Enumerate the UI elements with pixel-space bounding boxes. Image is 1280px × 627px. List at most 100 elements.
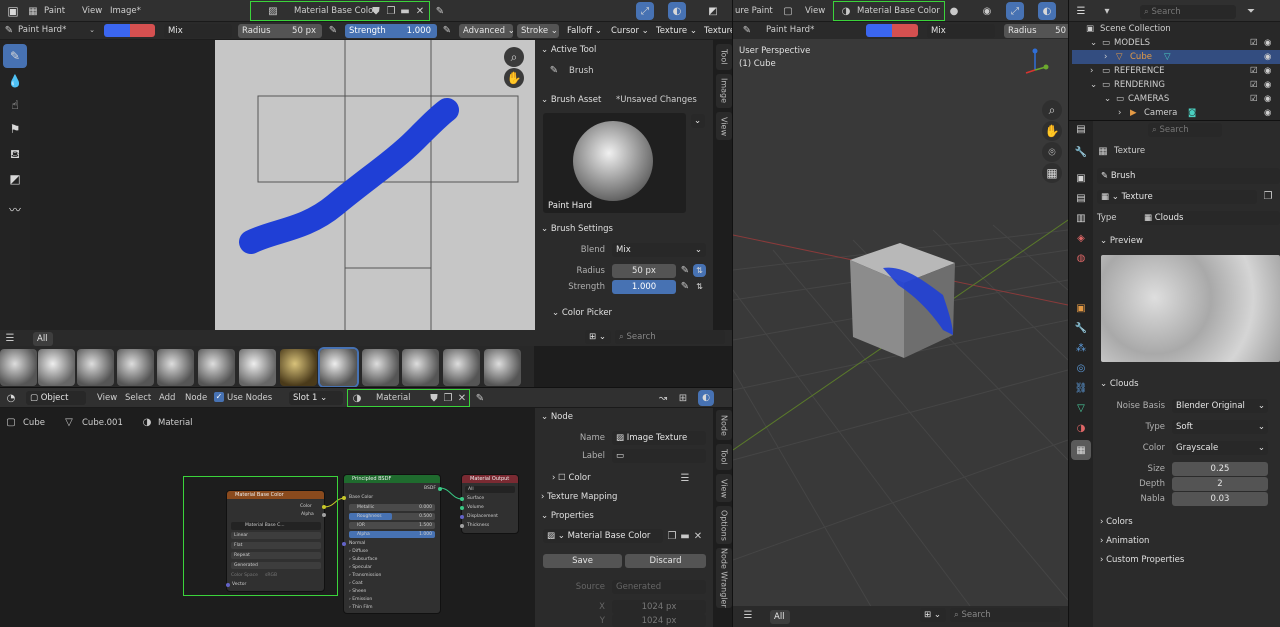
outliner-funnel-icon[interactable]: ⏷ <box>1244 5 1258 17</box>
outliner-row-reference[interactable]: › ▭ REFERENCE ☑ ◉ <box>1072 64 1280 78</box>
folder-icon[interactable]: ▬ <box>399 5 411 17</box>
cube-eye-icon[interactable]: ◉ <box>1264 50 1271 64</box>
subpanel-thin-film[interactable]: › Thin Film <box>349 605 373 610</box>
blend-select[interactable]: Mix ⌄ <box>612 243 706 257</box>
viewport-shelf-menu-icon[interactable]: ☰ <box>742 609 754 621</box>
noise-type-select[interactable]: Soft ⌄ <box>1172 420 1268 434</box>
type-select[interactable]: ▦ Clouds <box>1140 211 1280 225</box>
animation-panel[interactable]: › Animation <box>1100 536 1149 546</box>
material-pin-icon[interactable]: ✎ <box>474 392 486 404</box>
physics-properties-icon[interactable]: ◎ <box>1071 358 1091 378</box>
radius-field[interactable]: Radius 50 px <box>238 24 322 38</box>
pressure-strength-icon[interactable]: ✎ <box>440 24 454 37</box>
socket-volume[interactable] <box>460 506 464 510</box>
node-menu-view[interactable]: View <box>97 393 117 403</box>
annotate-tool-icon[interactable]: 〰 <box>3 198 27 220</box>
color-mode-select[interactable]: Grayscale ⌄ <box>1172 441 1268 455</box>
viewport-brush-name[interactable]: Paint Hard* <box>766 25 814 35</box>
node-header[interactable]: ⌄ Node <box>541 412 573 422</box>
viewport-shelf-display-icon[interactable]: ⊞ ⌄ <box>920 608 946 622</box>
texture-properties-icon[interactable]: ▦ <box>1071 440 1091 460</box>
output-properties-icon[interactable]: ▤ <box>1071 188 1091 208</box>
menu-paint[interactable]: Paint <box>44 6 65 16</box>
brush-thumb-6[interactable] <box>198 349 235 386</box>
shelf-tab-all[interactable]: All <box>33 332 53 346</box>
subpanel-transmission[interactable]: › Transmission <box>349 573 381 578</box>
brush-thumb-5[interactable] <box>157 349 194 386</box>
node-overlay-toggle-icon[interactable]: ◐ <box>698 390 714 406</box>
menu-view[interactable]: View <box>82 6 102 16</box>
properties-header[interactable]: ⌄ Properties <box>541 511 594 521</box>
socket-normal[interactable] <box>342 542 346 546</box>
socket-vector[interactable] <box>226 583 230 587</box>
clone-tool-icon[interactable]: ⚑ <box>3 118 27 140</box>
custom-properties-panel[interactable]: › Custom Properties <box>1100 555 1184 565</box>
node-tab-node-wrangler[interactable]: Node Wrangler <box>716 548 732 608</box>
brush-thumb-3[interactable] <box>77 349 114 386</box>
zoom-icon[interactable]: ⌕ <box>504 47 524 67</box>
brush-settings-header[interactable]: ⌄ Brush Settings <box>541 224 613 234</box>
texture-duplicate-icon[interactable]: ❐ <box>1262 190 1274 203</box>
brush-thumb-2[interactable] <box>38 349 75 386</box>
node-color-header[interactable]: › ☐ Color <box>552 473 591 483</box>
particles-properties-icon[interactable]: ⁂ <box>1071 338 1091 358</box>
size-field[interactable]: 0.25 <box>1172 462 1268 476</box>
material-fake-user-icon[interactable]: ⛊ <box>428 392 440 404</box>
world-properties-icon[interactable]: ◍ <box>1071 248 1091 268</box>
node-image-selector[interactable]: ▨ ⌄ Material Base Color <box>543 529 663 543</box>
socket-base-color[interactable] <box>342 496 346 500</box>
viewport-visibility-icon[interactable]: ◉ <box>980 5 994 17</box>
outliner-row-cube[interactable]: › ▽ Cube ▽ ◉ <box>1072 50 1280 64</box>
node-editor-type-icon[interactable]: ◔ <box>1 388 21 408</box>
roughness-field[interactable]: Roughness 0.500 <box>349 513 435 520</box>
slot-dropdown[interactable]: Slot 1 ⌄ <box>289 391 343 405</box>
brush-thumb-paint-hard[interactable] <box>320 349 357 386</box>
viewport-camera-icon[interactable]: ⌾ <box>1042 142 1062 162</box>
menu-advanced[interactable]: Advanced ⌄ <box>459 24 513 38</box>
brush-thumb-13[interactable] <box>484 349 521 386</box>
node-tab-view[interactable]: View <box>716 474 732 502</box>
node-menu-select[interactable]: Select <box>125 393 151 403</box>
viewport-gizmo-icon[interactable]: ⤢ <box>1006 2 1024 20</box>
soften-tool-icon[interactable]: 💧 <box>3 70 27 92</box>
modifier-properties-icon[interactable]: 🔧 <box>1071 318 1091 338</box>
metallic-field[interactable]: Metallic 0.000 <box>349 504 435 511</box>
image-tool-icon[interactable]: ◩ <box>704 2 722 20</box>
outliner-row-models[interactable]: ⌄ ▭ MODELS ☑ ◉ <box>1072 36 1280 50</box>
menu-texture-mask[interactable]: Texture <box>700 24 732 38</box>
active-tool-header[interactable]: ⌄ Active Tool <box>541 45 596 55</box>
nabla-field[interactable]: 0.03 <box>1172 492 1268 506</box>
strength-pressure-icon[interactable]: ✎ <box>679 280 691 293</box>
models-eye-icon[interactable]: ◉ <box>1264 36 1271 50</box>
draw-tool-icon[interactable]: ✎ <box>3 44 27 68</box>
data-properties-icon[interactable]: ▽ <box>1071 398 1091 418</box>
shelf-menu-icon[interactable]: ☰ <box>4 332 16 344</box>
subpanel-sheen[interactable]: › Sheen <box>349 589 366 594</box>
extension-select[interactable]: Repeat <box>231 552 321 559</box>
material-browse-icon[interactable]: ◑ <box>351 392 363 404</box>
rendering-eye-icon[interactable]: ◉ <box>1264 78 1271 92</box>
cameras-checkbox[interactable]: ☑ <box>1250 92 1258 106</box>
brush-thumb-10[interactable] <box>362 349 399 386</box>
strength-toggle-icon[interactable]: ⇅ <box>693 280 706 293</box>
socket-displacement[interactable] <box>460 515 464 519</box>
save-button[interactable]: Save <box>543 554 622 568</box>
ior-field[interactable]: IOR 1.500 <box>349 522 435 529</box>
viewport-secondary-swatch[interactable] <box>892 24 918 37</box>
divider-horizontal-1[interactable] <box>0 387 732 388</box>
viewport-blend-dropdown[interactable]: Mix <box>927 24 995 38</box>
viewport-overlay-icon[interactable]: ◐ <box>1038 2 1056 20</box>
radius-unit-icon[interactable]: ⇅ <box>693 264 706 277</box>
outliner-row-cameras[interactable]: ⌄ ▭ CAMERAS ☑ ◉ <box>1072 92 1280 106</box>
divider-vertical-1[interactable] <box>732 0 733 627</box>
node-image-folder-icon[interactable]: ▬ <box>679 530 691 542</box>
viewport-search-input[interactable]: ⌕ Search <box>950 608 1060 622</box>
output-target-select[interactable]: All <box>465 486 515 493</box>
projection-select[interactable]: Flat <box>231 542 321 549</box>
overlay-icon[interactable]: ◐ <box>668 2 686 20</box>
view-layer-icon[interactable]: ▥ <box>1071 208 1091 228</box>
tool-properties-icon[interactable]: 🔧 <box>1071 142 1091 162</box>
chevron-down-icon[interactable]: ⌄ <box>88 25 96 35</box>
fake-user-icon[interactable]: ⛊ <box>370 5 382 17</box>
viewport-zoom-icon[interactable]: ⌕ <box>1042 100 1062 120</box>
